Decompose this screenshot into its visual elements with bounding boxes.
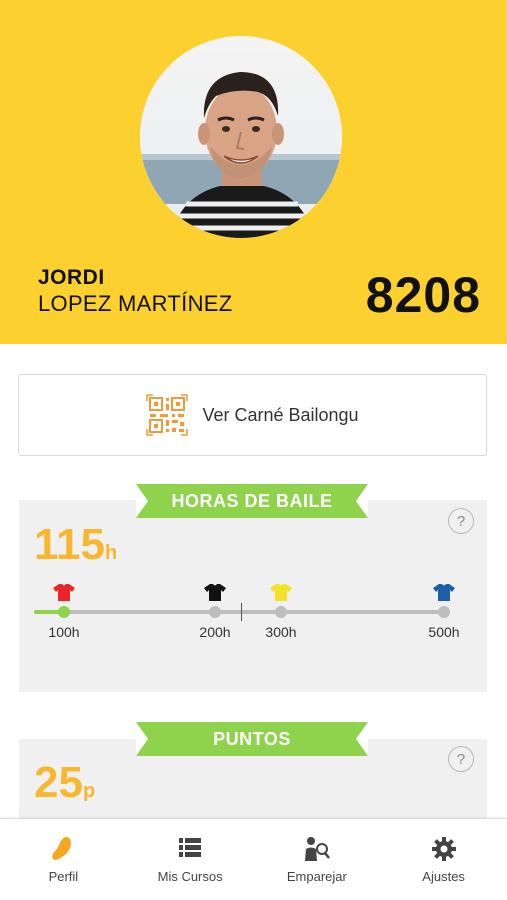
- points-section-title: PUNTOS: [136, 722, 368, 756]
- hours-number: 115: [34, 520, 105, 569]
- milestone-label: 300h: [265, 624, 297, 640]
- gear-icon: [431, 837, 456, 861]
- person-search-icon: [304, 837, 330, 861]
- profile-header: JORDI LOPEZ MARTÍNEZ 8208: [0, 0, 507, 344]
- milestone-shirt-icon: [433, 584, 455, 601]
- points-number: 25: [34, 758, 83, 807]
- milestone-label: 500h: [428, 624, 460, 640]
- milestone-shirt-icon: [204, 584, 226, 601]
- milestone-dot: [275, 606, 287, 618]
- milestone-dot: [209, 606, 221, 618]
- points-unit: p: [82, 780, 96, 802]
- user-last-name: LOPEZ MARTÍNEZ: [38, 291, 233, 316]
- nav-mis-cursos[interactable]: Mis Cursos: [127, 819, 254, 900]
- hours-section-title: HORAS DE BAILE: [136, 484, 368, 518]
- nav-perfil-label: Perfil: [48, 869, 79, 884]
- hours-current-marker: [241, 603, 242, 621]
- list-icon: [179, 838, 202, 857]
- nav-ajustes-label: Ajustes: [422, 869, 465, 884]
- footprint-icon: [52, 837, 72, 860]
- hours-value: 115h: [34, 520, 117, 570]
- user-first-name: JORDI: [38, 266, 105, 289]
- view-card-label: Ver Carné Bailongu: [202, 404, 359, 425]
- user-avatar: [140, 36, 342, 238]
- milestone-label: 100h: [48, 624, 80, 640]
- milestone-shirt-icon: [53, 584, 75, 601]
- hours-unit: h: [104, 542, 118, 564]
- qr-code-icon: [146, 394, 189, 436]
- points-value: 25p: [34, 758, 95, 808]
- user-member-number: 8208: [365, 267, 481, 323]
- view-card-button[interactable]: Ver Carné Bailongu: [18, 374, 487, 456]
- milestone-label: 200h: [199, 624, 231, 640]
- nav-perfil[interactable]: Perfil: [0, 819, 127, 900]
- points-help-button[interactable]: ?: [448, 746, 474, 772]
- nav-emparejar[interactable]: Emparejar: [254, 819, 381, 900]
- hours-help-button[interactable]: ?: [448, 508, 474, 534]
- nav-mis-cursos-label: Mis Cursos: [157, 869, 223, 884]
- nav-ajustes[interactable]: Ajustes: [380, 819, 507, 900]
- nav-emparejar-label: Emparejar: [286, 869, 347, 884]
- milestone-dot: [438, 606, 450, 618]
- milestone-dot: [58, 606, 70, 618]
- hours-progress-track: [34, 610, 446, 614]
- milestone-shirt-icon: [270, 584, 292, 601]
- profile-screen: JORDI LOPEZ MARTÍNEZ 8208 Ver Carné Bail…: [0, 0, 507, 900]
- bottom-navigation: Perfil Mis Cursos Emparejar Ajustes: [0, 818, 507, 900]
